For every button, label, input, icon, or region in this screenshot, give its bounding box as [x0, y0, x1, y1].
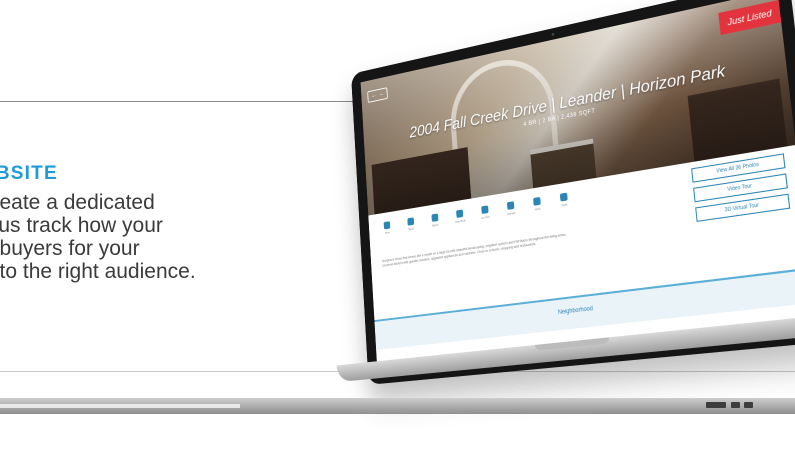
- copy-line-3: e buyers for your: [0, 237, 140, 260]
- bath-icon: [431, 213, 439, 222]
- amenity-year: Year Built: [450, 208, 469, 224]
- gallery-nav-button[interactable]: ← →: [367, 87, 388, 103]
- marketing-copy: EBSITE create a dedicated s us track how…: [0, 163, 196, 283]
- keyboard-edge-highlight: [0, 404, 240, 408]
- property-title: 2004 Fall Creek Drive | Leander | Horizo…: [408, 61, 727, 142]
- hoa-icon: [533, 196, 541, 206]
- listing-website: ← → Just Listed 2004 Fall Creek Drive | …: [360, 0, 795, 373]
- bed-icon: [407, 217, 415, 226]
- camera-icon: [551, 32, 555, 37]
- amenity-baths: Baths: [426, 212, 445, 228]
- property-specs: 4 BR | 2 BA | 2,438 SQFT: [523, 108, 596, 129]
- amenity-pets: Pets: [378, 220, 396, 236]
- garage-icon: [506, 201, 515, 210]
- usb-port-icon: [706, 402, 726, 408]
- home-style-icon: [559, 192, 568, 202]
- amenity-hoa: HOA: [527, 196, 548, 213]
- lot-size-icon: [481, 205, 489, 215]
- property-description: Gorgeous home that shows like a model on…: [381, 232, 567, 268]
- section-heading: EBSITE: [0, 163, 58, 184]
- copy-line-4: d to the right audience.: [0, 260, 196, 283]
- amenity-lot: Lot Size: [475, 204, 495, 220]
- port-icon-2: [744, 402, 753, 408]
- laptop-mockup: ← → Just Listed 2004 Fall Creek Drive | …: [301, 0, 795, 460]
- listing-actions: View All 36 Photos Video Tour 3D Virtual…: [691, 153, 791, 227]
- amenity-beds: Beds: [402, 216, 420, 232]
- port-icon: [731, 402, 740, 408]
- just-listed-badge: Just Listed: [718, 0, 782, 36]
- copy-line-2: s us track how your: [0, 214, 163, 237]
- copy-line-1: create a dedicated: [0, 191, 155, 214]
- pets-icon: [383, 221, 391, 230]
- amenity-style: Style: [554, 192, 575, 209]
- amenity-garage: Garage: [501, 200, 521, 216]
- calendar-icon: [456, 209, 464, 219]
